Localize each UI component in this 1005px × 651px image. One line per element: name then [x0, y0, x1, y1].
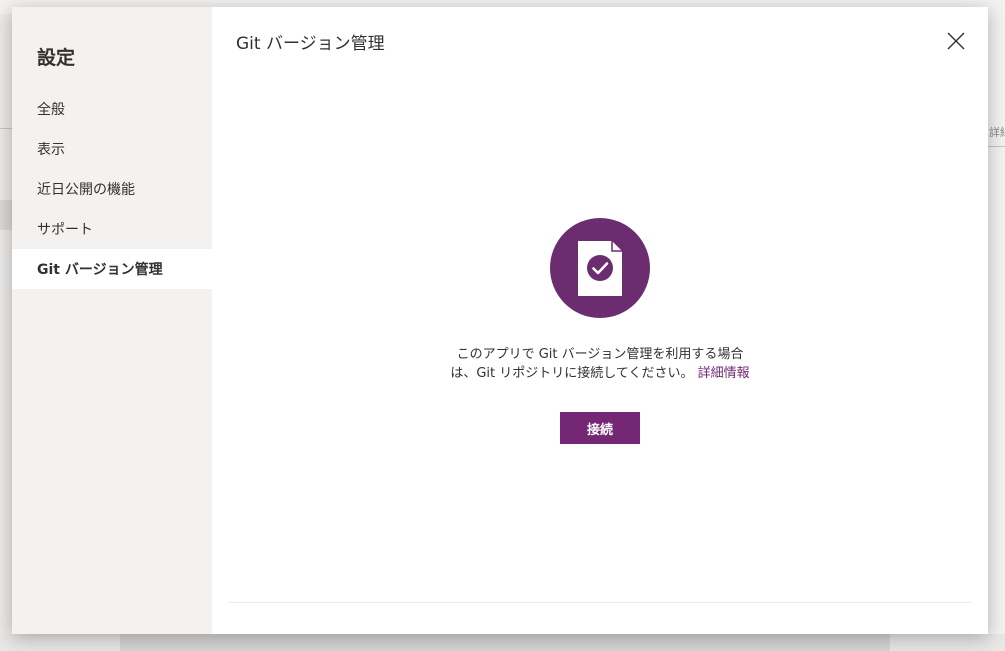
message-line-2: は、Git リポジトリに接続してください。 [450, 366, 694, 381]
background-divider [0, 128, 12, 129]
background-left-panel [0, 14, 12, 651]
sidebar-item-upcoming-features[interactable]: 近日公開の機能 [12, 169, 212, 209]
sidebar-item-label: 表示 [37, 142, 65, 158]
close-icon [947, 32, 965, 50]
settings-content: Git バージョン管理 このアプリで Git バージョン管理を利用する場合 は、… [212, 7, 988, 634]
message-line-1: このアプリで Git バージョン管理を利用する場合 [456, 347, 744, 362]
sidebar-title: 設定 [37, 47, 76, 69]
background-right-panel [988, 14, 1005, 651]
sidebar-item-support[interactable]: サポート [12, 209, 212, 249]
sidebar-item-label: サポート [37, 222, 93, 238]
learn-more-link[interactable]: 詳細情報 [698, 366, 750, 381]
document-check-icon [550, 218, 650, 318]
settings-dialog: 設定 全般 表示 近日公開の機能 サポート Git バージョン管理 Git バー… [12, 7, 988, 634]
page-title: Git バージョン管理 [236, 34, 385, 54]
footer-divider [228, 602, 972, 603]
background-right-text: 詳細設 [989, 126, 1005, 139]
sidebar-item-display[interactable]: 表示 [12, 129, 212, 169]
connect-button[interactable]: 接続 [560, 412, 640, 444]
sidebar-item-label: 全般 [37, 102, 65, 118]
background-bottom-panel [120, 634, 890, 651]
sidebar-item-git-version-control[interactable]: Git バージョン管理 [12, 249, 212, 289]
close-button[interactable] [942, 27, 970, 55]
sidebar-item-label: 近日公開の機能 [37, 182, 135, 198]
sidebar-item-general[interactable]: 全般 [12, 89, 212, 129]
sidebar-item-label: Git バージョン管理 [37, 262, 163, 278]
connect-message: このアプリで Git バージョン管理を利用する場合 は、Git リポジトリに接続… [400, 345, 800, 383]
background-block [0, 200, 12, 230]
background-divider [988, 146, 1005, 147]
settings-sidebar: 設定 全般 表示 近日公開の機能 サポート Git バージョン管理 [12, 7, 212, 634]
